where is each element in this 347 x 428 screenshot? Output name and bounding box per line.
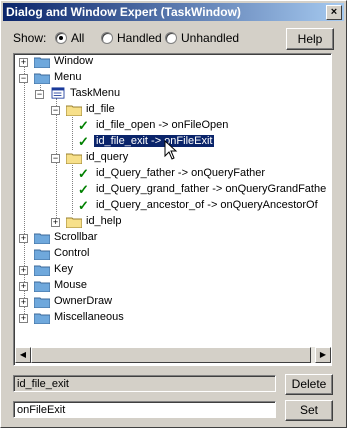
tree-item-key[interactable]: + Key [14, 262, 314, 278]
tree-item-label: id_file_open -> onFileOpen [96, 119, 229, 131]
radio-handled-label[interactable]: Handled [117, 31, 162, 45]
title-bar[interactable]: Dialog and Window Expert (TaskWindow) × [3, 3, 344, 21]
folder-icon [66, 153, 82, 164]
tree-item-window[interactable]: + Window [14, 54, 314, 70]
tree-item-label: Control [54, 247, 90, 259]
collapse-icon[interactable]: − [51, 106, 60, 115]
tree-item-label: Mouse [54, 279, 88, 291]
tree-item-menu[interactable]: − Menu [14, 70, 314, 86]
scroll-right-button[interactable]: ▶ [315, 347, 331, 363]
tree-item-label: Menu [54, 71, 82, 83]
folder-icon [66, 217, 82, 228]
radio-handled[interactable] [101, 32, 113, 44]
collapse-icon[interactable]: − [51, 154, 60, 163]
show-label: Show: [13, 31, 47, 45]
folder-icon [34, 265, 50, 276]
tree-item-label: Scrollbar [54, 231, 98, 243]
checkmark-icon: ✓ [78, 134, 89, 149]
tree-item-label: Miscellaneous [54, 311, 124, 323]
dialog-window: Dialog and Window Expert (TaskWindow) × … [0, 0, 347, 428]
folder-icon [34, 57, 50, 68]
tree-item-scrollbar[interactable]: + Scrollbar [14, 230, 314, 246]
checkmark-icon: ✓ [78, 182, 89, 197]
folder-icon [34, 297, 50, 308]
radio-unhandled[interactable] [165, 32, 177, 44]
tree-item-label: Key [54, 263, 73, 275]
menu-resource-icon [51, 87, 65, 99]
folder-icon [34, 281, 50, 292]
tree-item-mouse[interactable]: + Mouse [14, 278, 314, 294]
tree-item-label: id_help [86, 215, 122, 227]
tree-item-label: id_file [86, 103, 115, 115]
tree-item-label: id_Query_ancestor_of -> onQueryAncestorO… [96, 199, 318, 211]
checkmark-icon: ✓ [78, 118, 89, 133]
expand-icon[interactable]: + [19, 314, 28, 323]
expand-icon[interactable]: + [19, 234, 28, 243]
set-button[interactable]: Set [285, 400, 333, 421]
expand-icon[interactable]: + [19, 282, 28, 291]
tree-item-file-open[interactable]: ✓ id_file_open -> onFileOpen [14, 118, 314, 134]
expand-icon[interactable]: + [19, 298, 28, 307]
tree-item-query-grand-father[interactable]: ✓ id_Query_grand_father -> onQueryGrandF… [14, 182, 331, 198]
selected-id-field: id_file_exit [13, 375, 276, 392]
help-button[interactable]: Help [286, 28, 334, 50]
radio-all[interactable] [55, 32, 67, 44]
tree-item-ownerdraw[interactable]: + OwnerDraw [14, 294, 314, 310]
folder-icon [34, 73, 50, 84]
tree-item-control[interactable]: Control [14, 246, 314, 262]
scroll-left-button[interactable]: ◀ [15, 347, 31, 363]
expand-icon[interactable]: + [19, 58, 28, 67]
horizontal-scrollbar[interactable]: ◀ ▶ [15, 347, 331, 363]
tree-item-query-ancestor-of[interactable]: ✓ id_Query_ancestor_of -> onQueryAncesto… [14, 198, 331, 214]
message-tree[interactable]: + Window − Menu − TaskMenu − id_file ✓ i… [13, 53, 332, 366]
checkmark-icon: ✓ [78, 198, 89, 213]
close-button[interactable]: × [326, 5, 342, 20]
folder-icon [34, 313, 50, 324]
radio-all-label[interactable]: All [71, 31, 84, 45]
radio-selected-dot [59, 36, 63, 40]
tree-item-label: id_Query_father -> onQueryFather [96, 167, 266, 179]
folder-icon [66, 105, 82, 116]
tree-item-query-father[interactable]: ✓ id_Query_father -> onQueryFather [14, 166, 331, 182]
tree-item-file-exit[interactable]: ✓ id_file_exit -> onFileExit [14, 134, 314, 160]
radio-unhandled-label[interactable]: Unhandled [181, 31, 239, 45]
expand-icon[interactable]: + [19, 266, 28, 275]
tree-item-id-file[interactable]: − id_file [14, 102, 314, 118]
handler-input[interactable]: onFileExit [13, 401, 276, 418]
tree-item-id-query[interactable]: − id_query [14, 150, 314, 166]
tree-item-label: OwnerDraw [54, 295, 113, 307]
tree-item-label-selected: id_file_exit -> onFileExit [92, 134, 216, 148]
window-title: Dialog and Window Expert (TaskWindow) [6, 5, 241, 19]
expand-icon[interactable]: + [51, 218, 60, 227]
tree-item-label: id_Query_grand_father -> onQueryGrandFat… [96, 183, 327, 195]
collapse-icon[interactable]: − [35, 90, 44, 99]
checkmark-icon: ✓ [78, 166, 89, 181]
tree-item-label: id_query [86, 151, 129, 163]
tree-item-label: TaskMenu [70, 87, 121, 99]
folder-icon [34, 249, 50, 260]
collapse-icon[interactable]: − [19, 74, 28, 83]
folder-icon [34, 233, 50, 244]
tree-item-id-help[interactable]: + id_help [14, 214, 314, 230]
delete-button[interactable]: Delete [285, 374, 333, 395]
scroll-thumb[interactable] [31, 347, 311, 363]
tree-item-label: Window [54, 55, 94, 67]
tree-item-miscellaneous[interactable]: + Miscellaneous [14, 310, 314, 326]
tree-item-taskmenu[interactable]: − TaskMenu [14, 86, 314, 102]
